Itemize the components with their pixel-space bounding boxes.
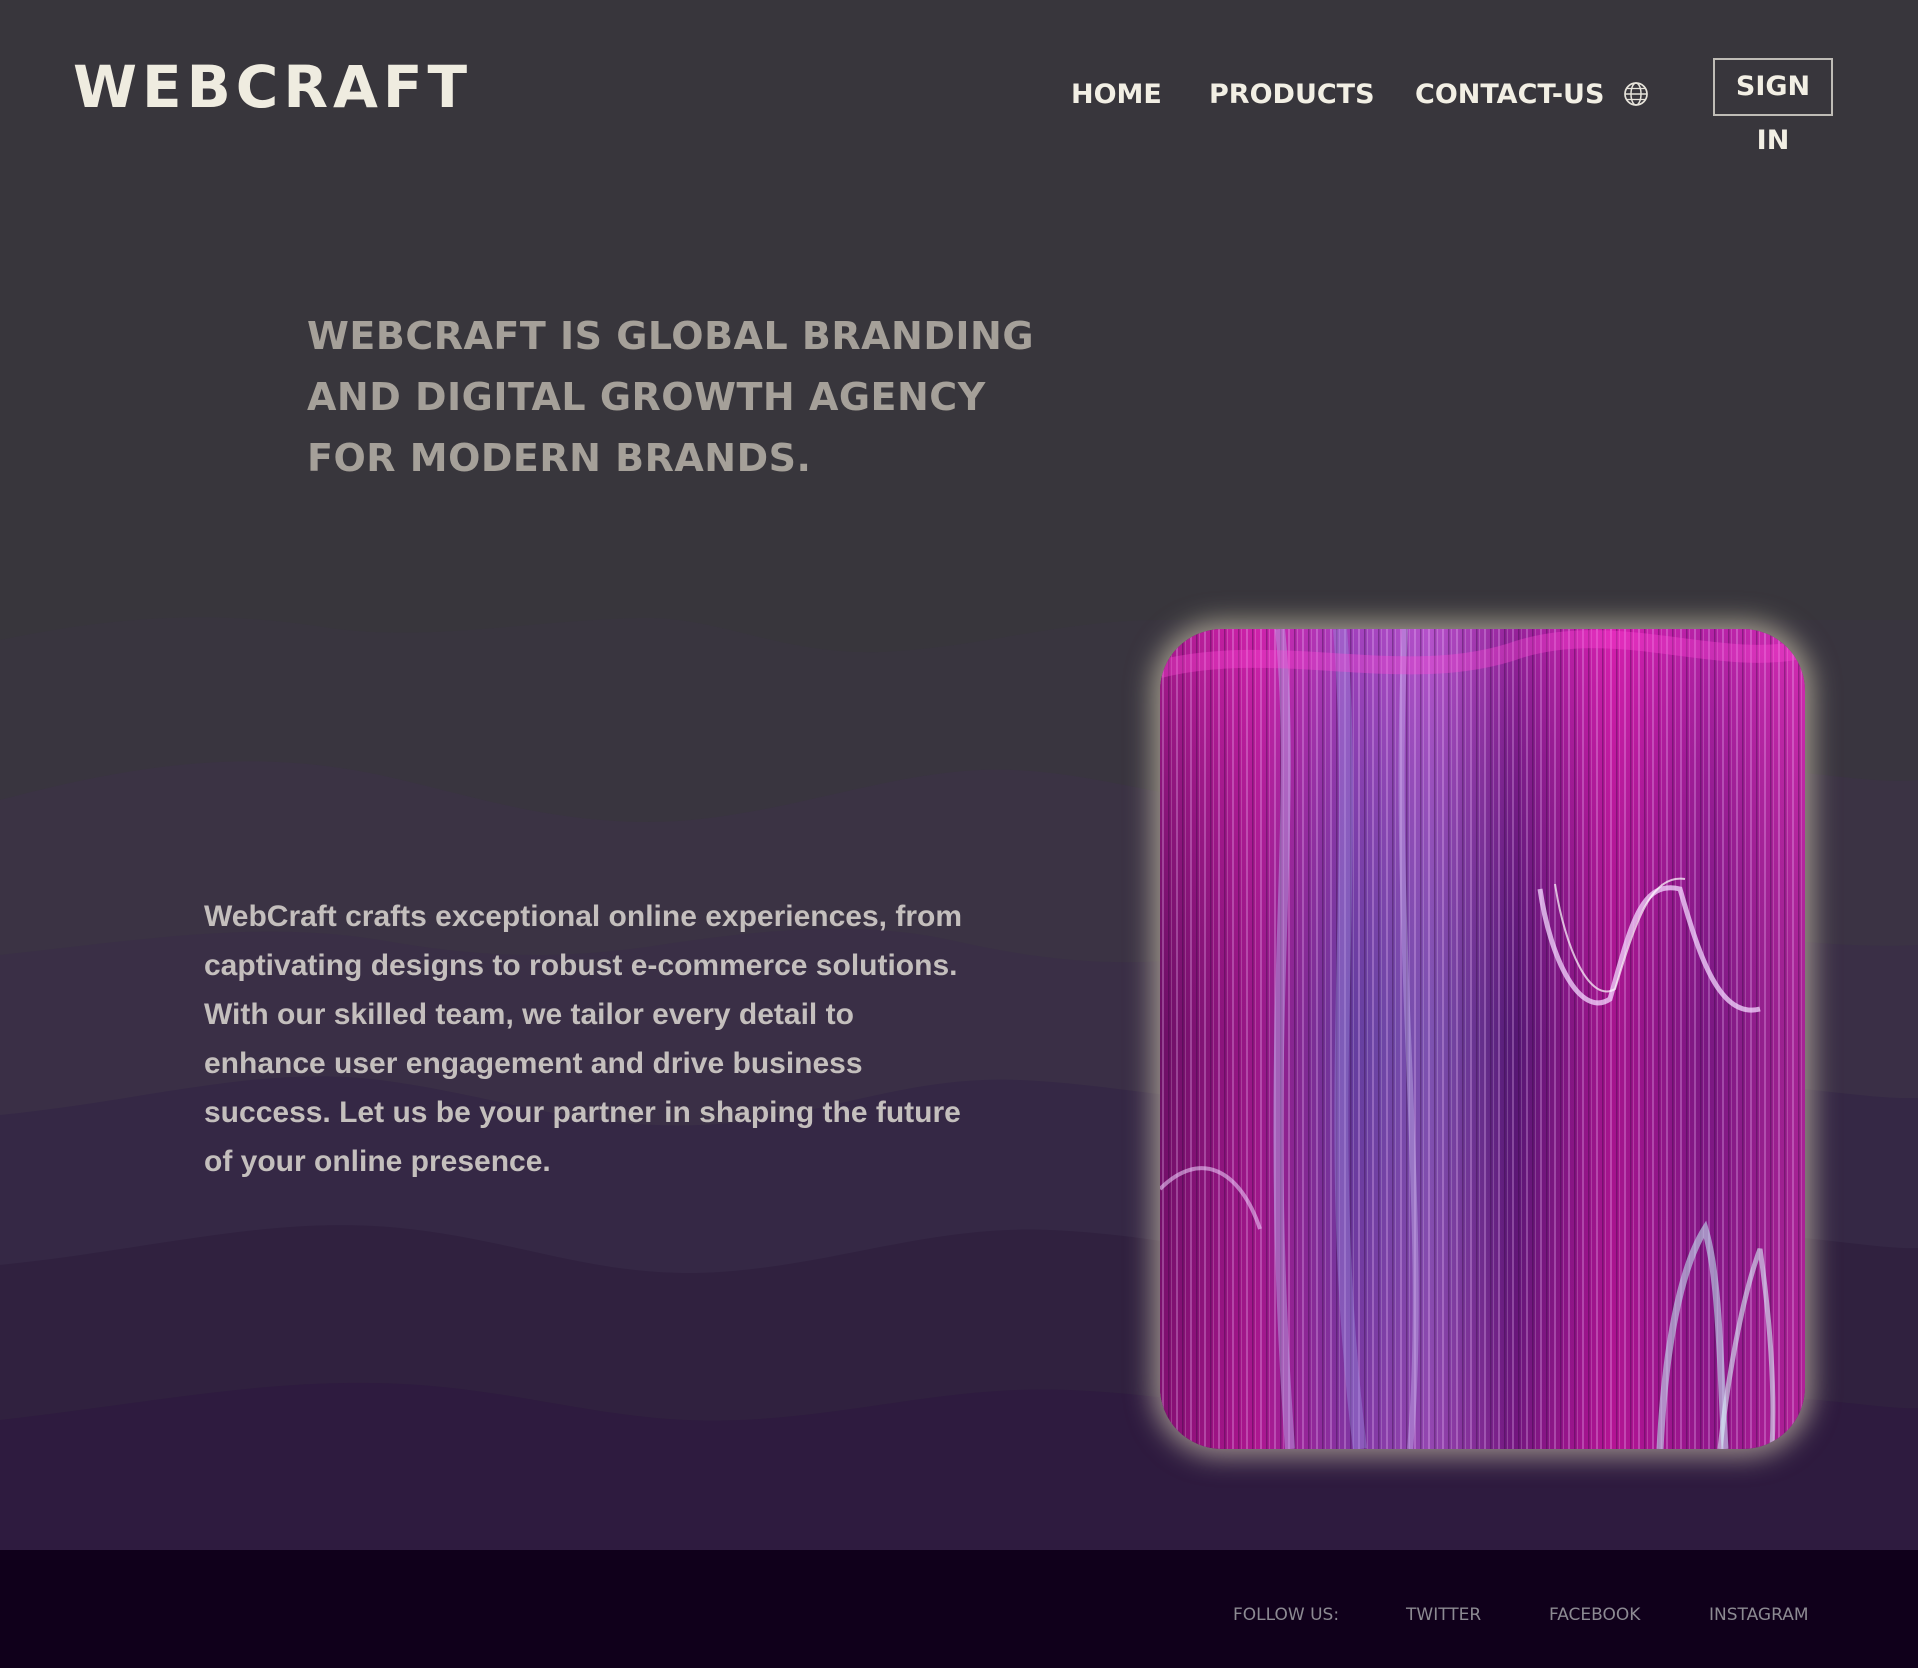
hero-description: WebCraft crafts exceptional online exper… [204, 900, 963, 1178]
site-footer: FOLLOW US: TWITTER FACEBOOK INSTAGRAM [0, 1550, 1918, 1668]
facebook-link[interactable]: FACEBOOK [1549, 1604, 1640, 1626]
instagram-link[interactable]: INSTAGRAM [1709, 1604, 1809, 1626]
webcraft-logo[interactable]: WEBCRAFT [73, 58, 472, 116]
nav-products-link[interactable]: PRODUCTS [1209, 78, 1375, 112]
nav-home-link[interactable]: HOME [1071, 78, 1162, 112]
nav-contact-link[interactable]: CONTACT-US [1415, 78, 1604, 112]
follow-us-label: FOLLOW US: [1233, 1605, 1340, 1625]
sign-in-button[interactable]: SIGN IN [1713, 58, 1833, 156]
twitter-link[interactable]: TWITTER [1406, 1604, 1481, 1626]
hero-headline: WEBCRAFT IS GLOBAL BRANDING AND DIGITAL … [307, 314, 1035, 480]
site-header: WEBCRAFT HOME PRODUCTS CONTACT-US SIGN I… [0, 0, 1918, 180]
globe-icon[interactable] [1622, 80, 1650, 108]
hero-abstract-image [1160, 629, 1805, 1449]
